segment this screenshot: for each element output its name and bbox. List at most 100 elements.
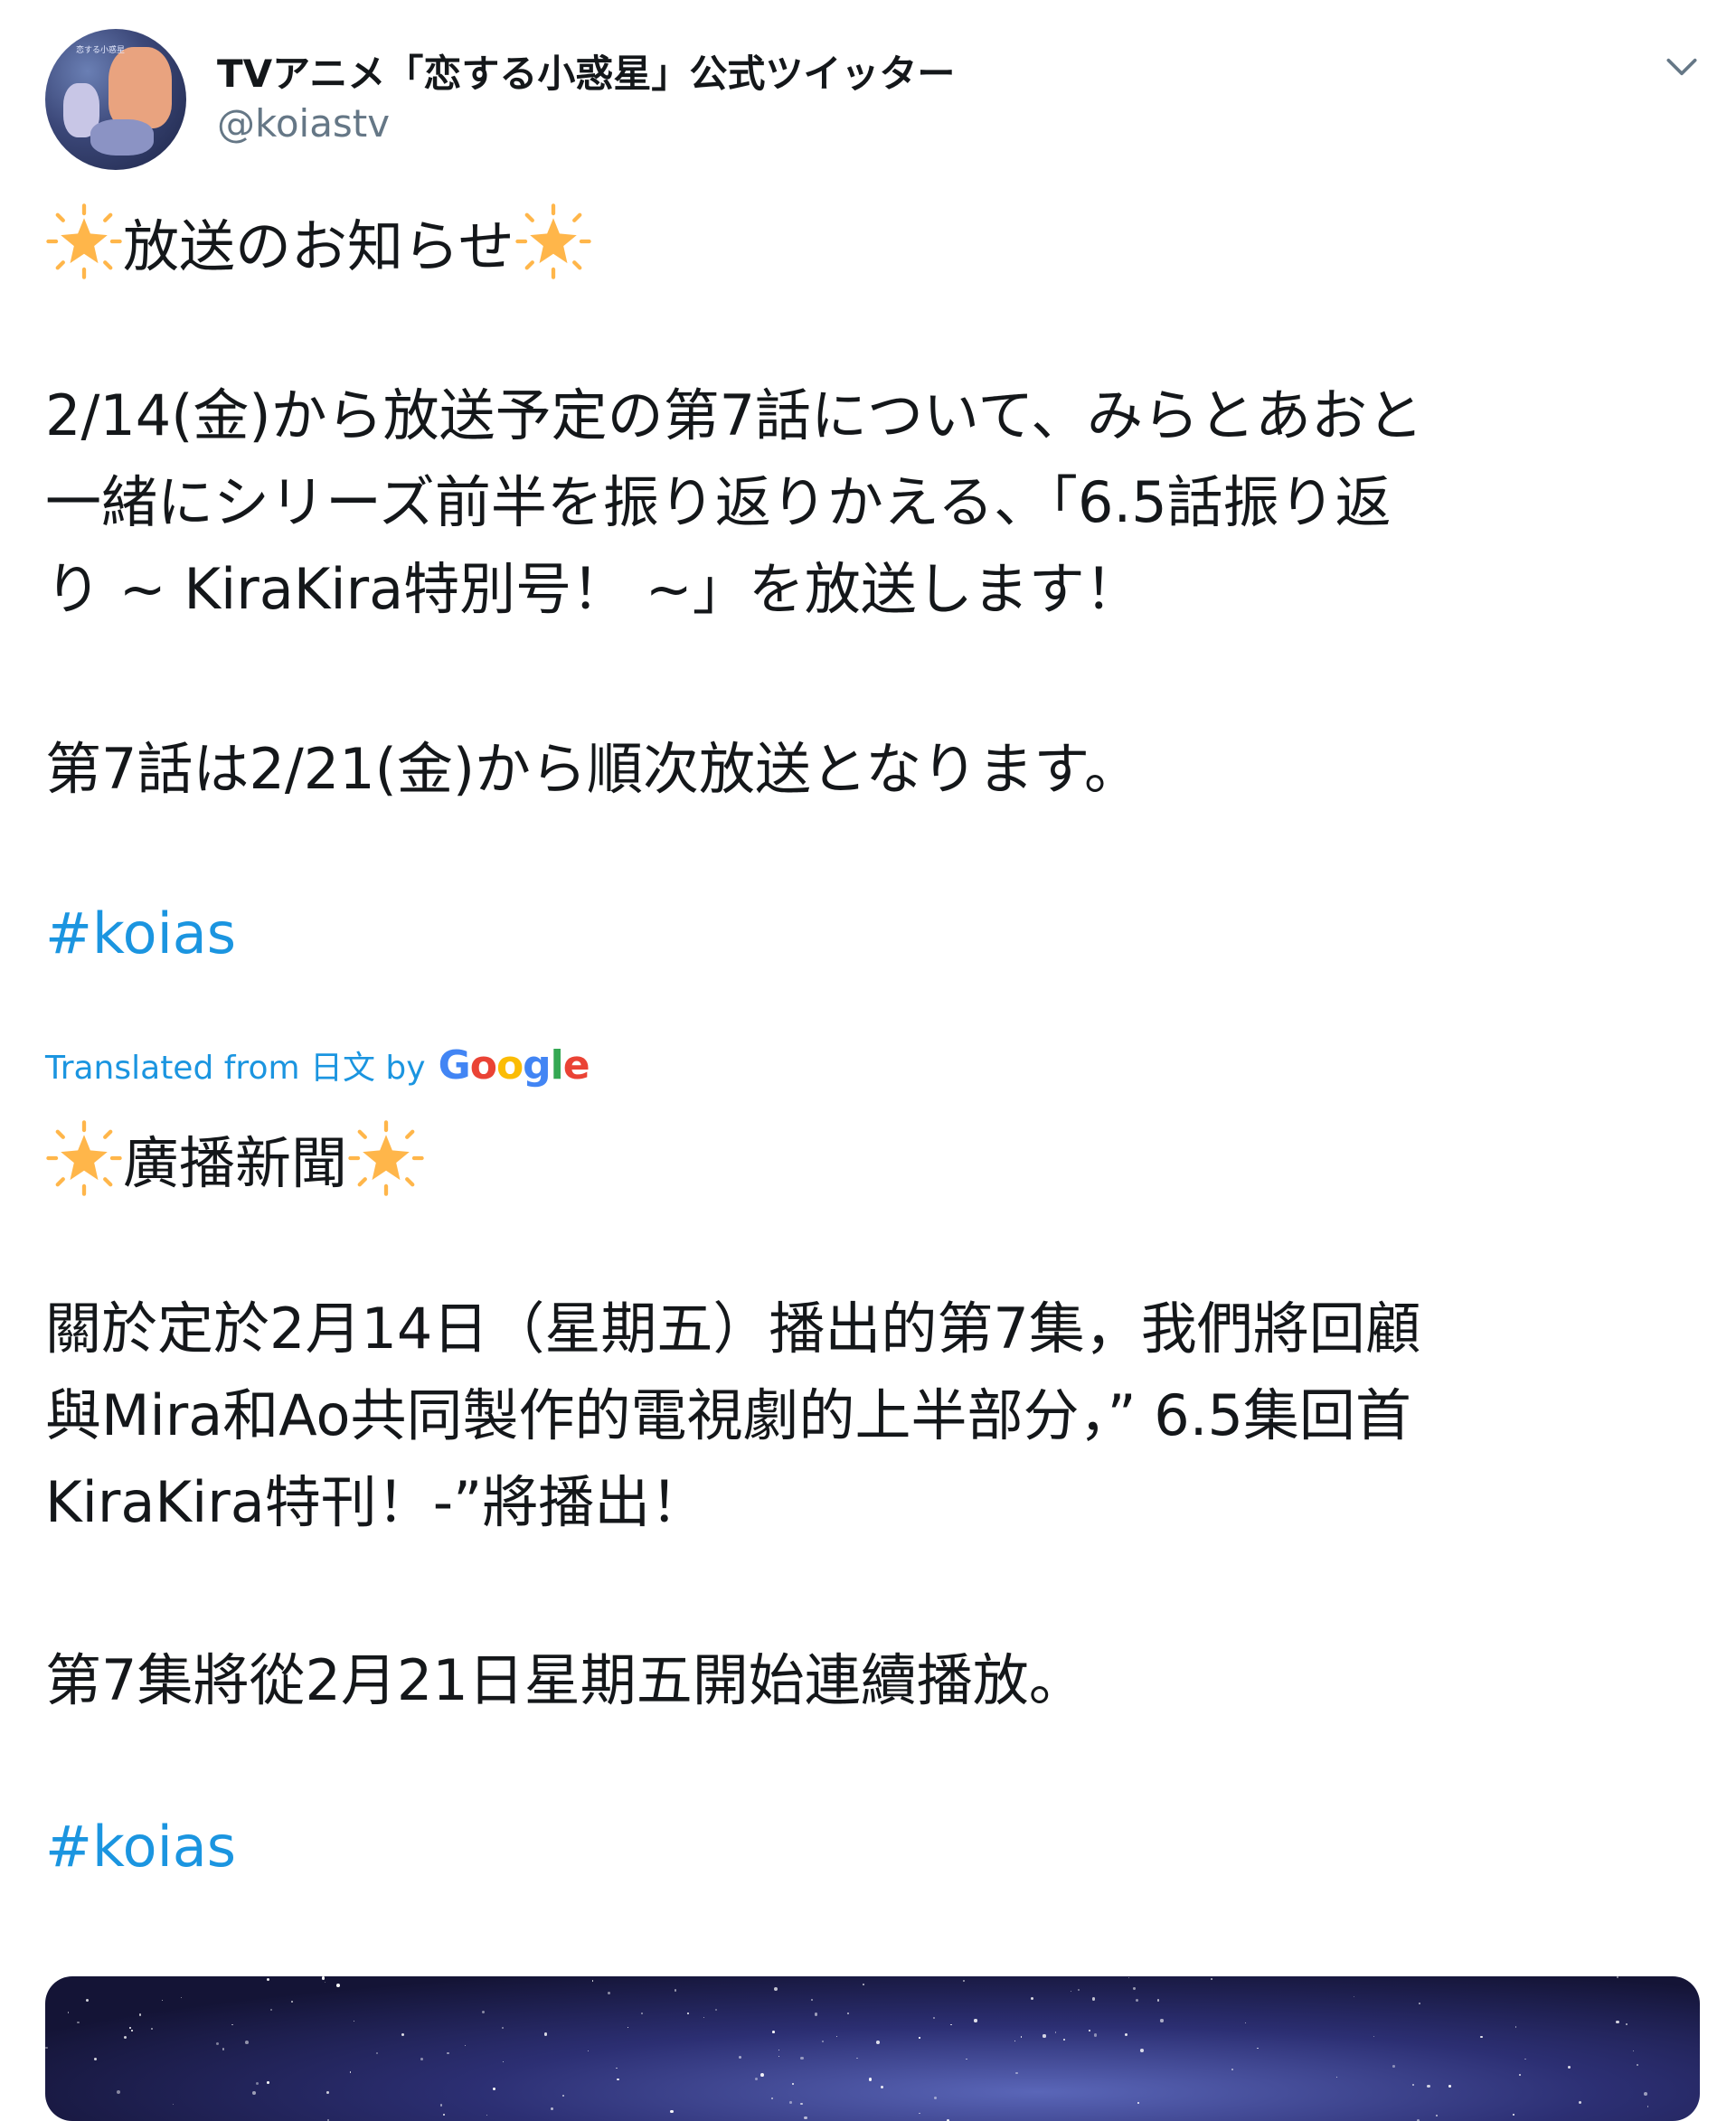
- star-dot: [502, 2027, 504, 2029]
- star-dot: [1094, 2033, 1098, 2037]
- star-dot: [687, 2013, 689, 2014]
- star-dot: [86, 1999, 89, 2002]
- star-dot: [1419, 2003, 1420, 2004]
- star-dot: [1513, 2114, 1514, 2116]
- star-dot: [771, 2097, 773, 2099]
- star-dot: [1617, 1976, 1618, 1978]
- star-dot: [919, 2037, 920, 2038]
- star-dot: [325, 1982, 326, 1983]
- avatar[interactable]: 恋する小惑星: [45, 29, 186, 170]
- star-dot: [1647, 2106, 1649, 2107]
- star-dot: [173, 2104, 174, 2105]
- star-dot: [270, 2009, 272, 2011]
- glowing-star-icon: [514, 203, 592, 280]
- star-dot: [465, 2045, 466, 2046]
- star-dot: [1257, 2048, 1259, 2050]
- tweet: 恋する小惑星 TVアニメ「恋する小惑星」公式ツイッター @koiastv 放送の…: [0, 0, 1736, 2072]
- star-dot: [760, 2073, 764, 2077]
- star-dot: [562, 2095, 564, 2097]
- star-dot: [1412, 2084, 1415, 2087]
- star-dot: [1136, 1999, 1138, 2002]
- star-dot: [1055, 2031, 1056, 2032]
- author-name[interactable]: TVアニメ「恋する小惑星」公式ツイッター: [217, 43, 955, 99]
- star-dot: [117, 2090, 120, 2094]
- avatar-logo-text: 恋する小惑星: [76, 43, 125, 55]
- star-dot: [863, 1984, 864, 1985]
- hashtag-link[interactable]: #koias: [45, 1814, 236, 1880]
- star-dot: [811, 1999, 813, 2001]
- star-dot: [815, 2013, 817, 2015]
- star-dot: [778, 2056, 779, 2057]
- star-dot: [52, 2118, 54, 2121]
- star-dot: [1579, 2101, 1581, 2104]
- star-dot: [1063, 2039, 1065, 2041]
- star-dot: [1633, 2050, 1634, 2051]
- star-dot: [1637, 2064, 1638, 2066]
- star-dot: [267, 1978, 269, 1981]
- star-dot: [789, 2101, 791, 2103]
- star-dot: [881, 2086, 883, 2088]
- star-dot: [322, 1976, 326, 1980]
- star-dot: [544, 2032, 548, 2036]
- media-image[interactable]: [45, 1976, 1700, 2121]
- star-dot: [420, 2058, 423, 2060]
- star-dot: [617, 2079, 619, 2081]
- star-dot: [588, 2050, 589, 2051]
- star-dot: [608, 1992, 610, 1994]
- translation-attribution[interactable]: Translated from 日文 by Google: [45, 1042, 590, 1089]
- star-dot: [131, 2030, 133, 2031]
- star-dot: [216, 2042, 219, 2045]
- star-dot: [1616, 2021, 1619, 2024]
- star-dot: [715, 2009, 717, 2011]
- star-dot: [1427, 2085, 1429, 2088]
- star-dot: [1140, 2049, 1144, 2052]
- star-dot: [933, 2017, 935, 2019]
- star-dot: [45, 2047, 47, 2049]
- star-dot: [443, 2114, 445, 2116]
- star-dot: [1160, 2019, 1163, 2022]
- star-dot: [1448, 2085, 1451, 2088]
- star-dot: [641, 2013, 643, 2014]
- translated-title: 廣播新聞: [123, 1117, 347, 1199]
- star-dot: [804, 2116, 807, 2120]
- original-title-line: 放送のお知らせ: [45, 201, 592, 282]
- star-dot: [675, 1989, 677, 1992]
- star-dot: [772, 2031, 775, 2033]
- star-dot: [256, 2082, 259, 2086]
- original-paragraph-1: 2/14(金)から放送予定の第7話について、みらとあおと 一緒にシリーズ前半を振…: [45, 372, 1700, 633]
- star-dot: [774, 1987, 778, 1991]
- star-dot: [252, 2091, 256, 2095]
- chevron-down-icon[interactable]: [1662, 47, 1702, 87]
- star-dot: [1392, 2065, 1395, 2068]
- star-dot: [1231, 2069, 1233, 2070]
- star-dot: [267, 2081, 269, 2084]
- star-dot: [291, 2001, 293, 2003]
- star-dot: [1373, 2036, 1374, 2037]
- star-dot: [1480, 2036, 1482, 2038]
- star-dot: [1125, 2033, 1127, 2036]
- star-dot: [139, 2013, 141, 2015]
- author-handle[interactable]: @koiastv: [217, 101, 390, 146]
- translated-paragraph-1: 關於定於2月14日（星期五）播出的第7集，我們將回顧 與Mira和Ao共同製作的…: [45, 1286, 1700, 1546]
- star-dot: [1021, 2036, 1023, 2038]
- star-dot: [800, 2057, 804, 2060]
- star-dot: [919, 2113, 920, 2114]
- star-dot: [486, 2115, 487, 2116]
- star-dot: [739, 2056, 741, 2059]
- star-dot: [1128, 1977, 1129, 1978]
- star-dot: [129, 2027, 131, 2029]
- star-dot: [627, 2027, 628, 2028]
- star-dot: [1137, 2102, 1139, 2104]
- star-dot: [974, 2019, 976, 2022]
- star-dot: [447, 2052, 449, 2055]
- star-dot: [401, 2033, 404, 2036]
- hashtag-link[interactable]: #koias: [45, 900, 236, 966]
- star-dot: [162, 2000, 163, 2001]
- star-dot: [592, 1980, 593, 1981]
- star-dot: [1436, 2115, 1438, 2116]
- star-dot: [493, 2088, 496, 2091]
- star-dot: [869, 2078, 872, 2080]
- star-dot: [1089, 2030, 1090, 2031]
- star-dot: [1515, 2026, 1517, 2028]
- star-dot: [1078, 1989, 1080, 1991]
